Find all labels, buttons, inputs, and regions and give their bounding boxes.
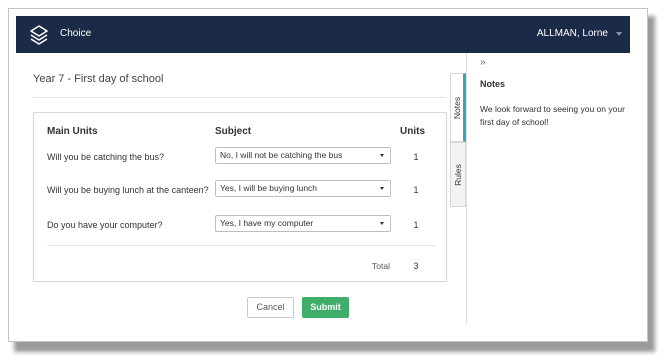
choices-card: Main Units Subject Units Will you be cat… (33, 112, 447, 282)
top-navigation-bar: Choice ALLMAN, Lorne (16, 16, 630, 53)
select-lunch-value: Yes, I will be buying lunch (220, 183, 318, 193)
select-computer[interactable]: Yes, I have my computer (215, 215, 391, 232)
tab-notes[interactable]: Notes (450, 73, 466, 142)
units-computer: 1 (413, 220, 419, 230)
tab-rules[interactable]: Rules (450, 142, 466, 207)
tab-notes-label: Notes (452, 96, 462, 119)
cancel-button[interactable]: Cancel (247, 297, 294, 318)
select-bus-value: No, I will not be catching the bus (220, 150, 343, 160)
double-chevron-right-icon[interactable]: » (480, 57, 486, 68)
total-label: Total (372, 261, 390, 271)
units-bus: 1 (413, 152, 419, 162)
select-caret-icon (380, 154, 384, 157)
column-header-units: Units (400, 126, 425, 137)
caret-down-icon[interactable] (616, 31, 622, 36)
select-lunch[interactable]: Yes, I will be buying lunch (215, 180, 391, 197)
user-name[interactable]: ALLMAN, Lorne (537, 28, 608, 39)
column-header-main-units: Main Units (47, 126, 98, 137)
select-bus[interactable]: No, I will not be catching the bus (215, 147, 391, 164)
question-computer: Do you have your computer? (47, 220, 163, 230)
select-caret-icon (380, 187, 384, 190)
title-divider (33, 97, 446, 98)
select-caret-icon (380, 222, 384, 225)
select-computer-value: Yes, I have my computer (220, 218, 314, 228)
column-header-subject: Subject (215, 126, 252, 137)
question-bus: Will you be catching the bus? (47, 152, 165, 162)
app-title: Choice (60, 28, 92, 39)
page-title: Year 7 - First day of school (33, 73, 164, 85)
units-lunch: 1 (413, 185, 419, 195)
question-lunch: Will you be buying lunch at the canteen? (47, 185, 209, 195)
submit-button[interactable]: Submit (302, 297, 349, 318)
notes-panel-body: We look forward to seeing you on your fi… (480, 104, 625, 128)
total-value: 3 (413, 261, 419, 271)
tab-rules-label: Rules (453, 163, 463, 186)
side-panel-divider (466, 53, 467, 325)
notes-panel-title: Notes (480, 79, 506, 89)
user-menu[interactable]: ALLMAN, Lorne (537, 28, 622, 39)
total-divider (47, 245, 435, 246)
layers-logo-icon[interactable] (28, 24, 50, 46)
